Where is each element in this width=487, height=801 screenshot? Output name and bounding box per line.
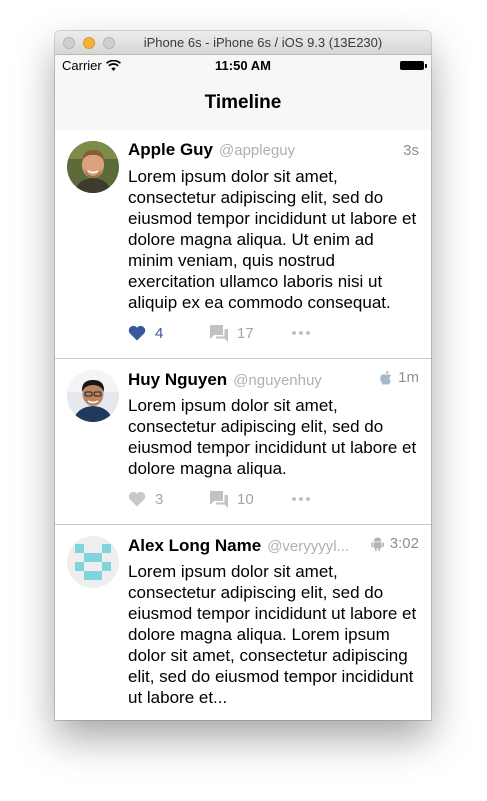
author-handle[interactable]: @appleguy [219, 142, 397, 159]
tweet-body: Lorem ipsum dolor sit amet, consectetur … [128, 167, 417, 312]
minimize-button[interactable] [83, 37, 95, 49]
tweet-actions: 4 17 [128, 322, 419, 344]
author-name[interactable]: Apple Guy [128, 140, 213, 160]
tweet-cell[interactable]: Apple Guy @appleguy 3s Lorem ipsum dolor… [55, 130, 431, 359]
nav-title: Timeline [204, 91, 282, 113]
more-icon [292, 497, 310, 501]
tweet-header: Alex Long Name @veryyyyl... 3:02 [128, 535, 419, 559]
heart-icon [128, 491, 146, 507]
avatar[interactable] [67, 536, 119, 588]
author-name[interactable]: Huy Nguyen [128, 370, 227, 390]
tweet-header: Apple Guy @appleguy 3s [128, 140, 419, 164]
navigation-bar: Timeline [55, 75, 431, 130]
phone-screen: Carrier 11:50 AM Timeline Apple Guy @app… [55, 55, 431, 720]
simulator-window: iPhone 6s - iPhone 6s / iOS 9.3 (13E230)… [55, 31, 431, 720]
tweet-header: Huy Nguyen @nguyenhuy 1m [128, 369, 419, 393]
tweet-time: 3:02 [389, 535, 419, 552]
comment-icon [210, 490, 228, 508]
tweet-time: 3s [403, 142, 419, 159]
avatar[interactable] [67, 141, 119, 193]
tweet-body: Lorem ipsum dolor sit amet, consectetur … [128, 396, 417, 478]
like-count: 4 [155, 324, 164, 342]
avatar[interactable] [67, 370, 119, 422]
window-controls [63, 37, 115, 49]
more-button[interactable] [292, 331, 374, 335]
like-button[interactable]: 3 [128, 491, 210, 508]
like-button[interactable]: 4 [128, 325, 210, 342]
author-handle[interactable]: @nguyenhuy [233, 372, 373, 389]
tweet-actions: 3 10 [128, 488, 419, 510]
author-handle[interactable]: @veryyyyl... [267, 538, 365, 555]
like-count: 3 [155, 490, 164, 508]
heart-icon [128, 325, 146, 341]
comment-count: 10 [237, 490, 254, 508]
comment-icon [210, 324, 228, 342]
more-button[interactable] [292, 497, 374, 501]
battery-icon [400, 61, 427, 70]
more-icon [292, 331, 310, 335]
apple-icon [379, 370, 392, 385]
tweet-cell[interactable]: Huy Nguyen @nguyenhuy 1m Lorem ipsum dol… [55, 359, 431, 525]
status-bar: Carrier 11:50 AM [55, 55, 431, 75]
comment-count: 17 [237, 324, 254, 342]
tweet-meta: 3s [403, 142, 419, 159]
tweet-body: Lorem ipsum dolor sit amet, consectetur … [128, 562, 417, 707]
status-time: 11:50 AM [215, 58, 271, 73]
window-titlebar: iPhone 6s - iPhone 6s / iOS 9.3 (13E230) [55, 31, 431, 55]
comment-button[interactable]: 17 [210, 324, 292, 342]
tweet-meta: 1m [379, 369, 419, 386]
tweet-time: 1m [398, 369, 419, 386]
close-button[interactable] [63, 37, 75, 49]
tweet-meta: 3:02 [370, 535, 419, 552]
comment-button[interactable]: 10 [210, 490, 292, 508]
android-icon [370, 536, 384, 551]
zoom-button[interactable] [103, 37, 115, 49]
tweet-cell[interactable]: Alex Long Name @veryyyyl... 3:02 Lorem i… [55, 525, 431, 720]
author-name[interactable]: Alex Long Name [128, 536, 261, 556]
